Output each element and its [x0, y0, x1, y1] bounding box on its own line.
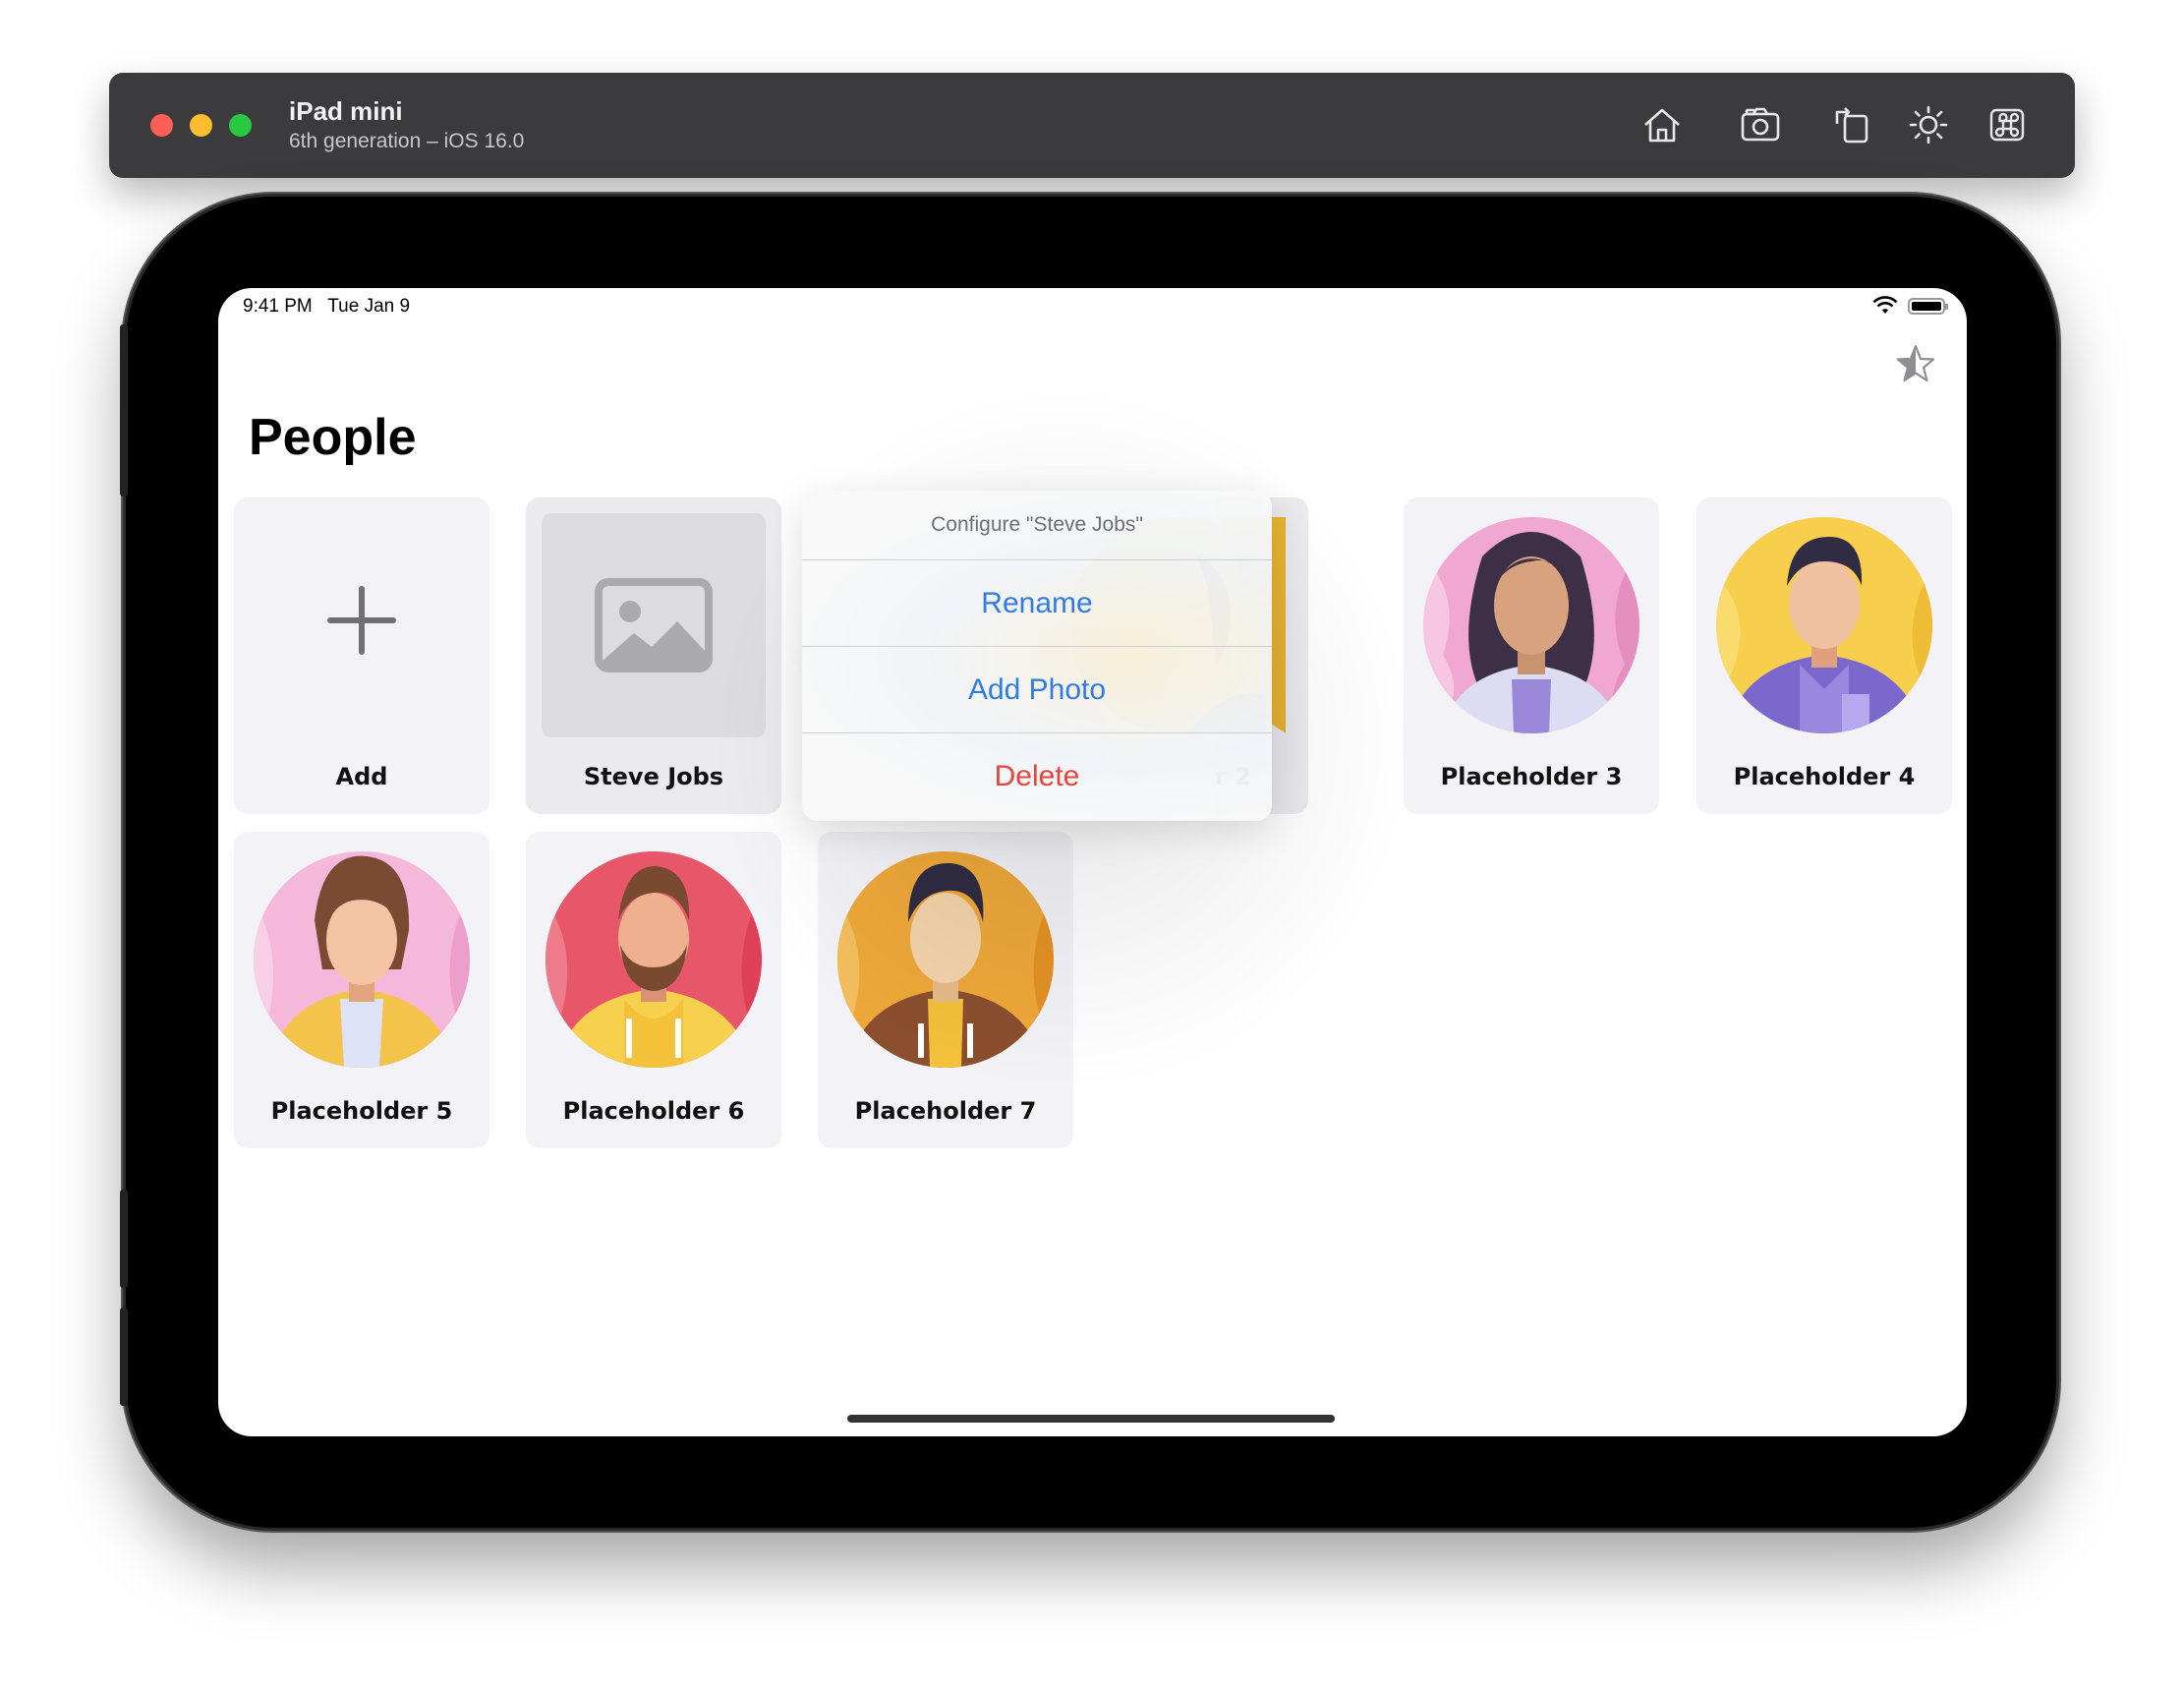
ipad-screen: 9:41 PM Tue Jan 9 People Add Steve Jobs: [218, 288, 1967, 1436]
avatar-woman-pink-bg: [254, 851, 470, 1068]
tile-label: Placeholder 5: [270, 1097, 453, 1125]
wifi-icon: [1872, 296, 1898, 316]
person-tile[interactable]: Placeholder 7: [818, 832, 1073, 1148]
volume-button: [120, 1190, 128, 1288]
tile-label: Add: [335, 763, 388, 790]
device-name: iPad mini: [289, 96, 403, 126]
volume-button: [120, 1308, 128, 1406]
tile-label: Placeholder 3: [1440, 763, 1623, 790]
tile-label: Placeholder 7: [854, 1097, 1037, 1125]
context-menu: Configure "Steve Jobs" Rename Add Photo …: [802, 491, 1272, 821]
zoom-window-button[interactable]: [229, 114, 252, 137]
status-indicators: [1872, 296, 1948, 316]
person-tile[interactable]: Placeholder 5: [234, 832, 489, 1148]
device-subtitle: 6th generation – iOS 16.0: [289, 130, 525, 152]
home-indicator[interactable]: [847, 1415, 1335, 1423]
avatar-man-yellow-bg: [1716, 517, 1932, 733]
avatar-woman-pink-bg: [1423, 517, 1639, 733]
rename-menu-item[interactable]: Rename: [802, 559, 1272, 647]
tile-label: Steve Jobs: [583, 763, 724, 790]
battery-icon: [1908, 297, 1948, 315]
delete-menu-item[interactable]: Delete: [802, 732, 1272, 820]
avatar-man-orange-bg: [837, 851, 1054, 1068]
avatar-bearded-red-bg: [546, 851, 762, 1068]
person-tile[interactable]: Placeholder 3: [1404, 497, 1659, 814]
plus-icon: [322, 581, 401, 660]
close-window-button[interactable]: [150, 114, 173, 137]
star-icon[interactable]: [1894, 342, 1937, 385]
simulator-title-bar: iPad mini 6th generation – iOS 16.0: [109, 73, 2075, 178]
person-tile[interactable]: Placeholder 4: [1696, 497, 1952, 814]
add-photo-menu-item[interactable]: Add Photo: [802, 646, 1272, 733]
minimize-window-button[interactable]: [190, 114, 212, 137]
rotate-icon[interactable]: [1829, 102, 1874, 147]
image-placeholder-icon: [542, 513, 766, 737]
volume-button: [120, 324, 128, 496]
page-title: People: [249, 409, 417, 466]
add-person-tile[interactable]: Add: [234, 497, 489, 814]
tile-label: Placeholder 6: [562, 1097, 745, 1125]
home-icon[interactable]: [1639, 102, 1685, 147]
appearance-icon[interactable]: [1906, 102, 1951, 147]
context-menu-header: Configure "Steve Jobs": [931, 513, 1143, 536]
command-icon[interactable]: [1984, 102, 2030, 147]
screenshot-icon[interactable]: [1738, 102, 1783, 147]
person-tile[interactable]: Placeholder 6: [526, 832, 781, 1148]
tile-label: Placeholder 4: [1733, 763, 1916, 790]
person-tile[interactable]: Steve Jobs: [526, 497, 781, 814]
status-time: 9:41 PM Tue Jan 9: [243, 296, 411, 317]
